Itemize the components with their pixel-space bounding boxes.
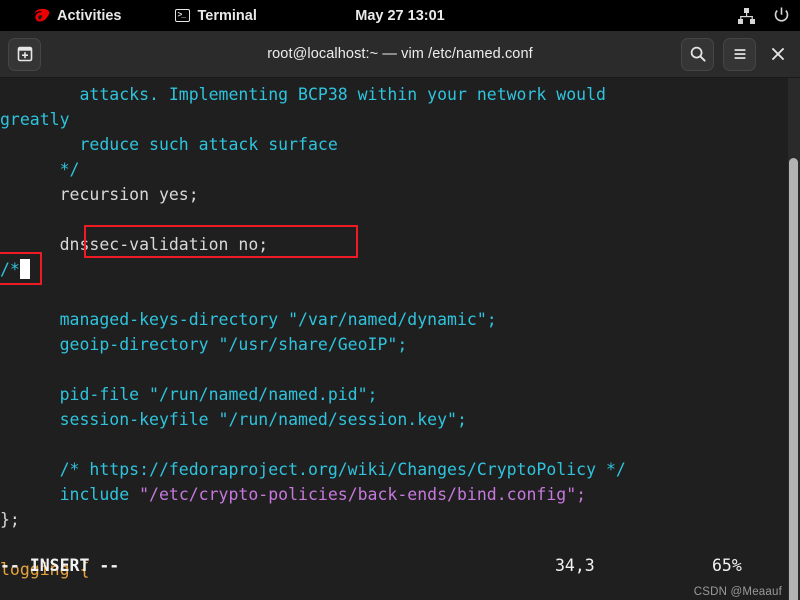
system-status-area xyxy=(738,0,790,31)
editor-line: */ xyxy=(0,157,800,182)
editor-line: }; xyxy=(0,507,800,532)
editor-line-text: managed-keys-directory "/var/named/dynam… xyxy=(0,310,497,329)
editor-line: reduce such attack surface xyxy=(0,132,800,157)
search-icon[interactable] xyxy=(681,37,714,71)
editor-line: managed-keys-directory "/var/named/dynam… xyxy=(0,307,800,332)
editor-line: pid-file "/run/named/named.pid"; xyxy=(0,382,800,407)
editor-line-text: pid-file "/run/named/named.pid"; xyxy=(0,385,378,404)
editor-line: /* xyxy=(0,257,800,282)
editor-line-text: /* https://fedoraproject.org/wiki/Change… xyxy=(0,460,626,479)
editor-line-text: attacks. Implementing BCP38 within your … xyxy=(0,85,606,104)
activities-label: Activities xyxy=(57,7,122,24)
editor-line-text: /* xyxy=(0,260,20,279)
header-bar-actions xyxy=(681,37,791,71)
editor-line: include "/etc/crypto-policies/back-ends/… xyxy=(0,482,800,507)
editor-line-text: geoip-directory "/usr/share/GeoIP"; xyxy=(0,335,408,354)
editor-line-text-string: "/etc/crypto-policies/back-ends/bind.con… xyxy=(139,485,587,504)
activities-button[interactable]: Activities xyxy=(24,0,131,31)
hamburger-menu-icon[interactable] xyxy=(723,37,756,71)
text-cursor xyxy=(19,259,30,279)
app-menu-label: Terminal xyxy=(197,7,257,24)
gnome-top-bar: Activities >_ Terminal May 27 13:01 xyxy=(0,0,800,31)
terminal-text-area[interactable]: attacks. Implementing BCP38 within your … xyxy=(0,78,800,600)
editor-line-text: session-keyfile "/run/named/session.key"… xyxy=(0,410,467,429)
scroll-percentage: 65% xyxy=(712,556,742,575)
editor-line-text: include xyxy=(0,485,140,504)
editor-line: recursion yes; xyxy=(0,182,800,207)
editor-line-text: */ xyxy=(0,160,80,179)
editor-line: dnssec-validation no; xyxy=(0,232,800,257)
vim-mode-indicator: -- INSERT -- xyxy=(0,556,120,575)
fedora-logo-icon xyxy=(34,8,50,23)
editor-line-text: greatly xyxy=(0,110,70,129)
screen: Activities >_ Terminal May 27 13:01 root… xyxy=(0,0,800,600)
close-icon[interactable] xyxy=(765,39,791,69)
window-header-bar: root@localhost:~ — vim /etc/named.conf xyxy=(0,31,800,78)
editor-line: session-keyfile "/run/named/session.key"… xyxy=(0,407,800,432)
vim-status-line: -- INSERT -- 34,3 65% xyxy=(0,553,800,578)
editor-line-text: reduce such attack surface xyxy=(0,135,338,154)
app-menu-button[interactable]: >_ Terminal xyxy=(165,0,266,31)
cursor-position: 34,3 xyxy=(555,556,595,575)
editor-line-text: dnssec-validation no; xyxy=(0,235,269,254)
scrollbar-track[interactable] xyxy=(788,78,800,600)
editor-line-text: }; xyxy=(0,510,20,529)
power-icon[interactable] xyxy=(773,7,790,24)
new-terminal-icon[interactable] xyxy=(8,37,41,71)
editor-line: /* https://fedoraproject.org/wiki/Change… xyxy=(0,457,800,482)
editor-line-text: recursion yes; xyxy=(0,185,199,204)
window-title: root@localhost:~ — vim /etc/named.conf xyxy=(267,46,533,62)
scrollbar-thumb[interactable] xyxy=(789,158,798,600)
editor-line: geoip-directory "/usr/share/GeoIP"; xyxy=(0,332,800,357)
watermark-label: CSDN @Meaauf xyxy=(693,586,782,598)
clock-label[interactable]: May 27 13:01 xyxy=(355,8,444,24)
editor-line: attacks. Implementing BCP38 within your … xyxy=(0,82,800,107)
editor-line: greatly xyxy=(0,107,800,132)
network-icon[interactable] xyxy=(738,7,755,24)
terminal-icon: >_ xyxy=(175,9,191,22)
